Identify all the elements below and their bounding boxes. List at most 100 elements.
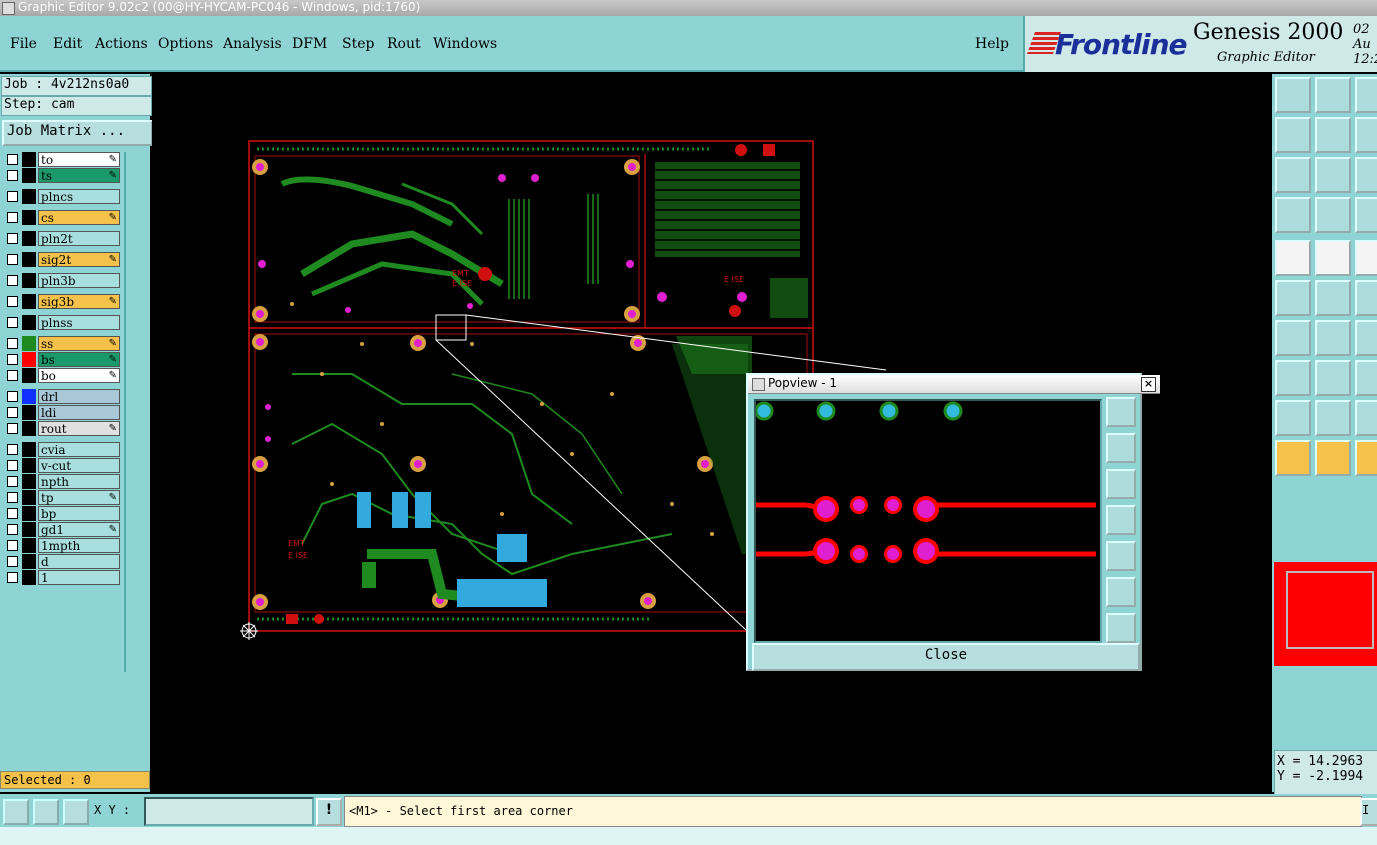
execute-button[interactable]: ! — [316, 798, 342, 826]
menu-file[interactable]: File — [10, 36, 37, 52]
grid-icon[interactable] — [63, 799, 89, 825]
layer-row-1mpth[interactable]: 1mpth — [2, 538, 120, 553]
layer-row-gd1[interactable]: gd1 ✎ — [2, 522, 120, 537]
select-pointer-icon[interactable] — [1275, 440, 1311, 476]
layer-row-1[interactable]: 1 — [2, 570, 120, 585]
layer-color-swatch[interactable] — [22, 152, 36, 167]
layer-color-swatch[interactable] — [22, 538, 36, 553]
job-matrix-button[interactable]: Job Matrix ... — [2, 120, 153, 146]
layer-checkbox[interactable] — [7, 233, 18, 244]
layer-name[interactable]: to ✎ — [38, 152, 120, 167]
layer-name[interactable]: rout ✎ — [38, 421, 120, 436]
layer-name[interactable]: ldi — [38, 405, 120, 420]
layer-checkbox[interactable] — [7, 154, 18, 165]
measure-icon[interactable] — [1275, 197, 1311, 233]
layer-row-ldi[interactable]: ldi — [2, 405, 120, 420]
layer-row-bs[interactable]: bs ✎ — [2, 352, 120, 367]
undo-view-icon[interactable] — [1355, 117, 1377, 153]
layer-name[interactable]: bs ✎ — [38, 352, 120, 367]
menu-rout[interactable]: Rout — [387, 36, 421, 52]
layer-name[interactable]: ss ✎ — [38, 336, 120, 351]
layer-checkbox[interactable] — [7, 170, 18, 181]
snap-grid-icon[interactable] — [3, 799, 29, 825]
layer-row-bo[interactable]: bo ✎ — [2, 368, 120, 383]
minus-icon[interactable] — [1315, 360, 1351, 396]
net-icon[interactable] — [1355, 197, 1377, 233]
layer-color-swatch[interactable] — [22, 442, 36, 457]
layer-checkbox[interactable] — [7, 391, 18, 402]
layer-row-rout[interactable]: rout ✎ — [2, 421, 120, 436]
zoom-out-icon[interactable] — [1315, 157, 1351, 193]
layer-row-cs[interactable]: cs ✎ — [2, 210, 120, 225]
layer-checkbox[interactable] — [7, 370, 18, 381]
layer-name[interactable]: tp ✎ — [38, 490, 120, 505]
layer-checkbox[interactable] — [7, 423, 18, 434]
layer-row-plncs[interactable]: plncs — [2, 189, 120, 204]
layer-row-drl[interactable]: drl — [2, 389, 120, 404]
popview-close-button[interactable]: Close — [752, 643, 1140, 671]
layer-row-to[interactable]: to ✎ — [2, 152, 120, 167]
layer-color-swatch[interactable] — [22, 421, 36, 436]
layer-name[interactable]: pln2t — [38, 231, 120, 246]
info-button[interactable]: I — [1360, 798, 1377, 826]
layer-color-swatch[interactable] — [22, 490, 36, 505]
layer-color-swatch[interactable] — [22, 273, 36, 288]
layer-checkbox[interactable] — [7, 212, 18, 223]
layer-name[interactable]: 1 — [38, 570, 120, 585]
popview-pan-up-icon[interactable] — [1106, 433, 1136, 463]
layer-checkbox[interactable] — [7, 354, 18, 365]
layer-checkbox[interactable] — [7, 444, 18, 455]
popview-zoom-fit-icon[interactable] — [1106, 397, 1136, 427]
pan-up-icon[interactable] — [1275, 77, 1311, 113]
layer-checkbox[interactable] — [7, 508, 18, 519]
triangle-icon[interactable] — [1275, 400, 1311, 436]
layer-name[interactable]: plnss — [38, 315, 120, 330]
layer-checkbox[interactable] — [7, 296, 18, 307]
layer-color-swatch[interactable] — [22, 405, 36, 420]
layer-row-sig3b[interactable]: sig3b ✎ — [2, 294, 120, 309]
layer-row-d[interactable]: d — [2, 554, 120, 569]
popview-zoom-in-icon[interactable] — [1106, 577, 1136, 607]
layer-name[interactable]: npth — [38, 474, 120, 489]
layer-row-pln2t[interactable]: pln2t — [2, 231, 120, 246]
layer-row-plnss[interactable]: plnss — [2, 315, 120, 330]
layer-color-swatch[interactable] — [22, 570, 36, 585]
zoom-in-icon[interactable] — [1275, 157, 1311, 193]
layer-name[interactable]: 1mpth — [38, 538, 120, 553]
layer-color-swatch[interactable] — [22, 554, 36, 569]
popview-pan-right-icon[interactable] — [1106, 541, 1136, 571]
layer-checkbox[interactable] — [7, 540, 18, 551]
layer-color-swatch[interactable] — [22, 210, 36, 225]
layer-checkbox[interactable] — [7, 572, 18, 583]
move-point-icon[interactable] — [1275, 360, 1311, 396]
cross-icon[interactable] — [1315, 280, 1351, 316]
layer-color-swatch[interactable] — [22, 522, 36, 537]
layer-name[interactable]: d — [38, 554, 120, 569]
layer-color-swatch[interactable] — [22, 168, 36, 183]
layer-checkbox[interactable] — [7, 524, 18, 535]
pan-right-icon[interactable] — [1315, 117, 1351, 153]
layer-color-swatch[interactable] — [22, 252, 36, 267]
layer-name[interactable]: ts ✎ — [38, 168, 120, 183]
layer-row-bp[interactable]: bp — [2, 506, 120, 521]
layer-row-v-cut[interactable]: v-cut — [2, 458, 120, 473]
layer-row-pln3b[interactable]: pln3b — [2, 273, 120, 288]
popview-title-bar[interactable]: Popview - 1 × — [748, 375, 1160, 394]
menu-edit[interactable]: Edit — [53, 36, 82, 52]
overview-map[interactable] — [1274, 562, 1377, 666]
probe-icon[interactable] — [1315, 197, 1351, 233]
layer-row-ts[interactable]: ts ✎ — [2, 168, 120, 183]
layer-color-swatch[interactable] — [22, 231, 36, 246]
menu-options[interactable]: Options — [158, 36, 213, 52]
layer-checkbox[interactable] — [7, 407, 18, 418]
layer-name[interactable]: bo ✎ — [38, 368, 120, 383]
layer-color-swatch[interactable] — [22, 368, 36, 383]
slash-icon[interactable] — [1315, 320, 1351, 356]
angle-icon[interactable] — [1275, 320, 1311, 356]
layer-checkbox[interactable] — [7, 492, 18, 503]
layer-name[interactable]: cs ✎ — [38, 210, 120, 225]
popview-pan-down-icon[interactable] — [1106, 469, 1136, 499]
pan-down-icon[interactable] — [1315, 77, 1351, 113]
layer-checkbox[interactable] — [7, 275, 18, 286]
layer-row-ss[interactable]: ss ✎ — [2, 336, 120, 351]
